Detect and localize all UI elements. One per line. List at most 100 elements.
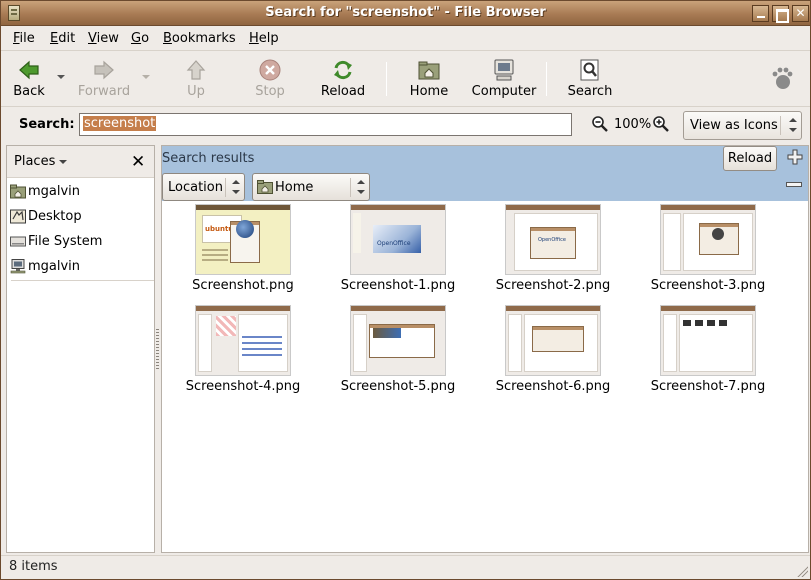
sidebar-item-network[interactable]: mgalvin — [9, 256, 149, 278]
back-arrow-icon — [17, 58, 41, 82]
file-item[interactable]: Screenshot-4.png — [162, 305, 317, 405]
file-name: Screenshot-4.png — [185, 379, 301, 394]
reload-button[interactable]: Reload — [320, 58, 366, 99]
search-results-bar: Search results Reload Location Home — [162, 146, 808, 201]
zoom-level[interactable]: 100% — [614, 117, 651, 132]
results-pane: Search results Reload Location Home ubun… — [161, 145, 809, 553]
minimize-button[interactable] — [752, 5, 769, 22]
status-bar: 8 items — [1, 555, 810, 579]
file-thumbnail — [660, 305, 756, 376]
search-label: Search: — [19, 117, 75, 132]
pane-resize-handle[interactable] — [156, 329, 159, 369]
zoom-in-icon — [653, 116, 669, 132]
file-item[interactable]: Screenshot-6.png — [472, 305, 627, 405]
home-folder-icon — [417, 58, 441, 82]
menu-bar: File Edit View Go Bookmarks Help — [1, 27, 810, 51]
maximize-button[interactable] — [772, 5, 789, 23]
file-item[interactable]: Screenshot-3.png — [627, 204, 782, 304]
sidebar-item-filesystem[interactable]: File System — [9, 231, 149, 253]
file-browser-window: Search for "screenshot" - File Browser ✕… — [0, 0, 811, 580]
sidebar-item-desktop[interactable]: Desktop — [9, 206, 149, 228]
up-arrow-icon — [184, 58, 208, 82]
forward-history-dropdown[interactable] — [142, 75, 150, 79]
reload-icon — [331, 58, 355, 82]
sidebar-close-icon[interactable]: ✕ — [131, 152, 145, 172]
file-name: Screenshot-2.png — [495, 278, 611, 293]
search-button[interactable]: Search — [566, 58, 614, 99]
chevron-down-icon — [59, 159, 68, 164]
forward-arrow-icon — [92, 58, 116, 82]
search-bar: Search: screenshot 100% View as Icons — [1, 108, 810, 144]
back-button[interactable]: Back — [12, 58, 46, 99]
menu-help[interactable]: Help — [249, 31, 279, 46]
file-grid: ubuntu Screenshot.png OpenOffice Screens… — [162, 204, 808, 544]
menu-bookmarks[interactable]: Bookmarks — [163, 31, 236, 46]
file-thumbnail: OpenOffice — [350, 204, 446, 275]
file-name: Screenshot-3.png — [650, 278, 766, 293]
sidebar-item-home[interactable]: mgalvin — [9, 181, 149, 203]
file-thumbnail — [350, 305, 446, 376]
file-name: Screenshot-6.png — [495, 379, 611, 394]
view-mode-select[interactable]: View as Icons — [683, 111, 802, 140]
spin-arrows-icon — [789, 118, 797, 132]
search-input[interactable]: screenshot — [79, 113, 572, 136]
file-name: Screenshot-7.png — [650, 379, 766, 394]
item-count: 8 items — [9, 559, 58, 574]
spin-arrows-icon — [232, 180, 240, 194]
stop-icon — [258, 58, 282, 82]
drive-icon — [10, 234, 26, 249]
up-button[interactable]: Up — [179, 58, 213, 99]
results-title: Search results — [162, 151, 255, 166]
menu-go[interactable]: Go — [131, 31, 149, 46]
search-query-text: screenshot — [83, 116, 157, 131]
spin-arrows-icon — [357, 180, 365, 194]
file-item[interactable]: Screenshot-7.png — [627, 305, 782, 405]
file-item[interactable]: OpenOffice Screenshot-2.png — [472, 204, 627, 304]
file-name: Screenshot.png — [192, 278, 294, 293]
toolbar-separator — [546, 62, 547, 96]
stop-button[interactable]: Stop — [251, 58, 289, 99]
menu-file[interactable]: File — [13, 31, 35, 46]
remove-criterion-icon[interactable] — [786, 182, 802, 187]
toolbar-separator — [386, 62, 387, 96]
menu-view[interactable]: View — [88, 31, 119, 46]
window-resize-grip[interactable] — [796, 565, 808, 577]
location-select[interactable]: Home — [252, 173, 370, 201]
file-item[interactable]: ubuntu Screenshot.png — [162, 204, 317, 304]
home-folder-icon — [10, 184, 26, 199]
title-bar[interactable]: Search for "screenshot" - File Browser ✕ — [1, 1, 810, 26]
places-sidebar: Places ✕ mgalvin Desktop File System mga… — [6, 145, 155, 553]
computer-button[interactable]: Computer — [471, 58, 537, 99]
criterion-type-select[interactable]: Location — [162, 173, 245, 201]
file-name: Screenshot-5.png — [340, 379, 456, 394]
zoom-out-button[interactable] — [591, 115, 609, 137]
results-reload-button[interactable]: Reload — [723, 146, 777, 171]
file-name: Screenshot-1.png — [340, 278, 456, 293]
file-thumbnail — [195, 305, 291, 376]
sidebar-type-dropdown[interactable]: Places — [14, 154, 68, 169]
sidebar-separator — [11, 280, 154, 281]
file-item[interactable]: OpenOffice Screenshot-1.png — [317, 204, 472, 304]
network-icon — [10, 259, 26, 274]
file-thumbnail: OpenOffice — [505, 204, 601, 275]
back-history-dropdown[interactable] — [57, 75, 65, 79]
search-icon — [578, 58, 602, 82]
file-thumbnail — [660, 204, 756, 275]
zoom-in-button[interactable] — [652, 115, 670, 137]
home-button[interactable]: Home — [408, 58, 450, 99]
close-window-button[interactable]: ✕ — [792, 5, 809, 22]
desktop-icon — [10, 209, 26, 224]
file-thumbnail: ubuntu — [195, 204, 291, 275]
file-thumbnail — [505, 305, 601, 376]
sidebar-header: Places ✕ — [7, 146, 154, 178]
zoom-out-icon — [592, 116, 608, 132]
gnome-foot-icon — [771, 66, 793, 94]
file-item[interactable]: Screenshot-5.png — [317, 305, 472, 405]
menu-edit[interactable]: Edit — [50, 31, 75, 46]
home-folder-icon — [257, 180, 273, 194]
window-title: Search for "screenshot" - File Browser — [265, 5, 546, 20]
forward-button[interactable]: Forward — [77, 58, 131, 99]
toolbar: Back Forward Up Stop Reload Home Compute… — [1, 52, 810, 107]
computer-icon — [492, 58, 516, 82]
add-criterion-icon[interactable] — [787, 149, 803, 165]
